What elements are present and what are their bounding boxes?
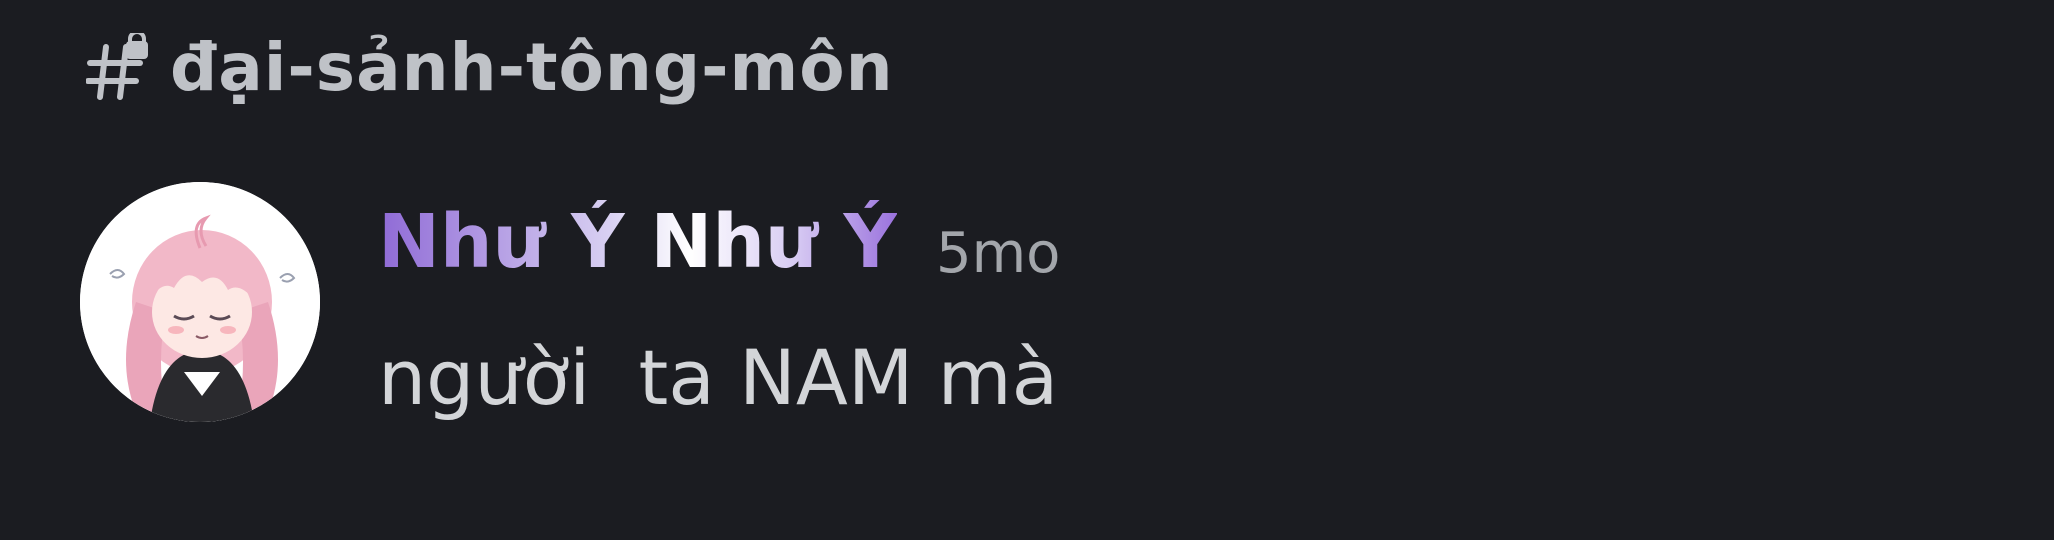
channel-name: đại-sảnh-tông-môn (170, 29, 894, 106)
message-item[interactable]: Như Ý Như Ý 5mo người ta NAM mà (80, 180, 1980, 440)
text-channel-locked-icon (86, 33, 156, 103)
avatar[interactable] (80, 182, 320, 422)
channel-header[interactable]: đại-sảnh-tông-môn (86, 18, 894, 118)
username[interactable]: Như Ý Như Ý (378, 199, 897, 285)
anime-girl-avatar-icon (80, 182, 320, 422)
message-content: người ta NAM mà (378, 333, 1059, 422)
message-timestamp[interactable]: 5mo (936, 221, 1060, 286)
